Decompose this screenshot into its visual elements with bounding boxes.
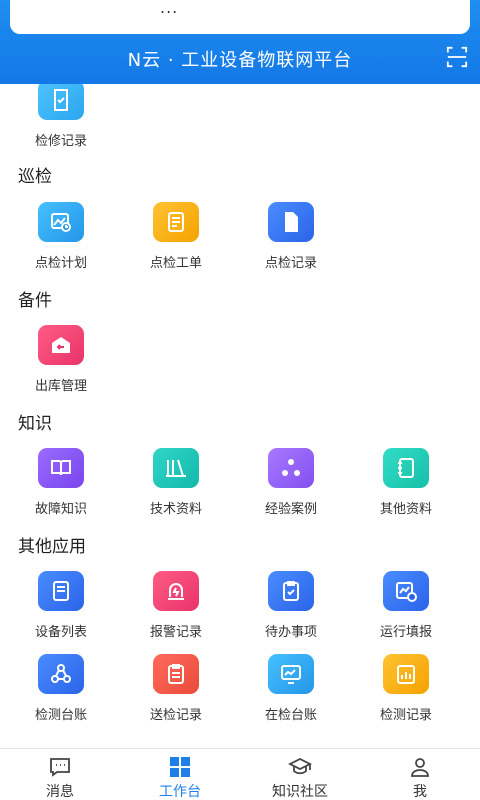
notebook-icon <box>383 448 429 488</box>
todo-label: 待办事项 <box>264 625 317 640</box>
patrol-plan-icon <box>38 202 84 242</box>
patrol-order-item[interactable]: 点检工单 <box>122 202 222 288</box>
tab-community[interactable]: 知识社区 <box>240 749 360 800</box>
repair-record-icon <box>38 84 84 120</box>
section-spare: 备件 <box>18 291 52 311</box>
fault-knowledge-label: 故障知识 <box>34 502 87 517</box>
alarm-record-label: 报警记录 <box>149 625 202 640</box>
fault-knowledge-item[interactable]: 故障知识 <box>7 448 107 534</box>
experience-case-item[interactable]: 经验案例 <box>237 448 337 534</box>
message-icon <box>50 758 70 777</box>
tab-me[interactable]: 我 <box>360 749 480 800</box>
tab-me-label: 我 <box>413 784 427 800</box>
test-record-item[interactable]: 检测记录 <box>352 654 452 740</box>
page-title: N云 · 工业设备物联网平台 <box>127 50 353 71</box>
patrol-order-icon <box>153 202 199 242</box>
clipboard-list-icon <box>153 654 199 694</box>
section-inspection: 巡检 <box>18 167 52 187</box>
section-other: 其他应用 <box>18 537 86 557</box>
app-screen: ... N云 · 工业设备物联网平台 检修记录 巡检 点检计划 点检工单 点检记… <box>0 0 480 800</box>
section-knowledge: 知识 <box>18 414 52 434</box>
tab-workbench-label: 工作台 <box>159 784 201 800</box>
test-record-label: 检测记录 <box>379 708 432 723</box>
onsite-ledger-label: 在检台账 <box>264 708 317 723</box>
experience-case-label: 经验案例 <box>264 502 317 517</box>
share-nodes-icon <box>38 654 84 694</box>
outbound-item[interactable]: 出库管理 <box>7 325 107 411</box>
other-material-item[interactable]: 其他资料 <box>352 448 452 534</box>
patrol-record-label: 点检记录 <box>264 256 317 271</box>
repair-record-item[interactable]: 检修记录 <box>7 84 107 166</box>
mini-program-capsule[interactable]: ... <box>10 0 470 34</box>
tech-material-label: 技术资料 <box>149 502 202 517</box>
bar-chart-icon <box>383 654 429 694</box>
patrol-record-item[interactable]: 点检记录 <box>237 202 337 288</box>
send-record-label: 送检记录 <box>149 708 202 723</box>
device-list-label: 设备列表 <box>34 625 87 640</box>
device-list-item[interactable]: 设备列表 <box>7 571 107 657</box>
report-edit-icon <box>383 571 429 611</box>
network-icon <box>268 448 314 488</box>
monitor-chart-icon <box>268 654 314 694</box>
header: ... N云 · 工业设备物联网平台 <box>0 0 480 84</box>
user-icon <box>411 758 429 777</box>
patrol-plan-item[interactable]: 点检计划 <box>7 202 107 288</box>
tab-community-label: 知识社区 <box>272 784 328 800</box>
clipboard-check-icon <box>268 571 314 611</box>
alarm-record-item[interactable]: 报警记录 <box>122 571 222 657</box>
workbench-content: 检修记录 巡检 点检计划 点检工单 点检记录 备件 出库管理 知识 故障知识 技… <box>0 84 480 748</box>
tab-messages-label: 消息 <box>46 784 74 800</box>
tab-workbench[interactable]: 工作台 <box>120 749 240 800</box>
todo-item[interactable]: 待办事项 <box>237 571 337 657</box>
scan-icon[interactable] <box>446 46 468 68</box>
repair-record-label: 检修记录 <box>34 134 87 149</box>
device-list-icon <box>38 571 84 611</box>
outbound-label: 出库管理 <box>34 379 87 394</box>
send-record-item[interactable]: 送检记录 <box>122 654 222 740</box>
book-icon <box>38 448 84 488</box>
grid-icon <box>170 757 190 777</box>
patrol-order-label: 点检工单 <box>149 256 202 271</box>
patrol-plan-label: 点检计划 <box>34 256 87 271</box>
tab-messages[interactable]: 消息 <box>0 749 120 800</box>
run-report-label: 运行填报 <box>379 625 432 640</box>
test-ledger-item[interactable]: 检测台账 <box>7 654 107 740</box>
onsite-ledger-item[interactable]: 在检台账 <box>237 654 337 740</box>
tech-material-item[interactable]: 技术资料 <box>122 448 222 534</box>
outbound-icon <box>38 325 84 365</box>
alarm-icon <box>153 571 199 611</box>
test-ledger-label: 检测台账 <box>34 708 87 723</box>
bookshelf-icon <box>153 448 199 488</box>
patrol-record-icon <box>268 202 314 242</box>
bottom-tab-bar: 消息 工作台 知识社区 我 <box>0 748 480 800</box>
capsule-text: ... <box>160 0 179 17</box>
run-report-item[interactable]: 运行填报 <box>352 571 452 657</box>
other-material-label: 其他资料 <box>379 502 432 517</box>
graduation-cap-icon <box>288 757 312 775</box>
